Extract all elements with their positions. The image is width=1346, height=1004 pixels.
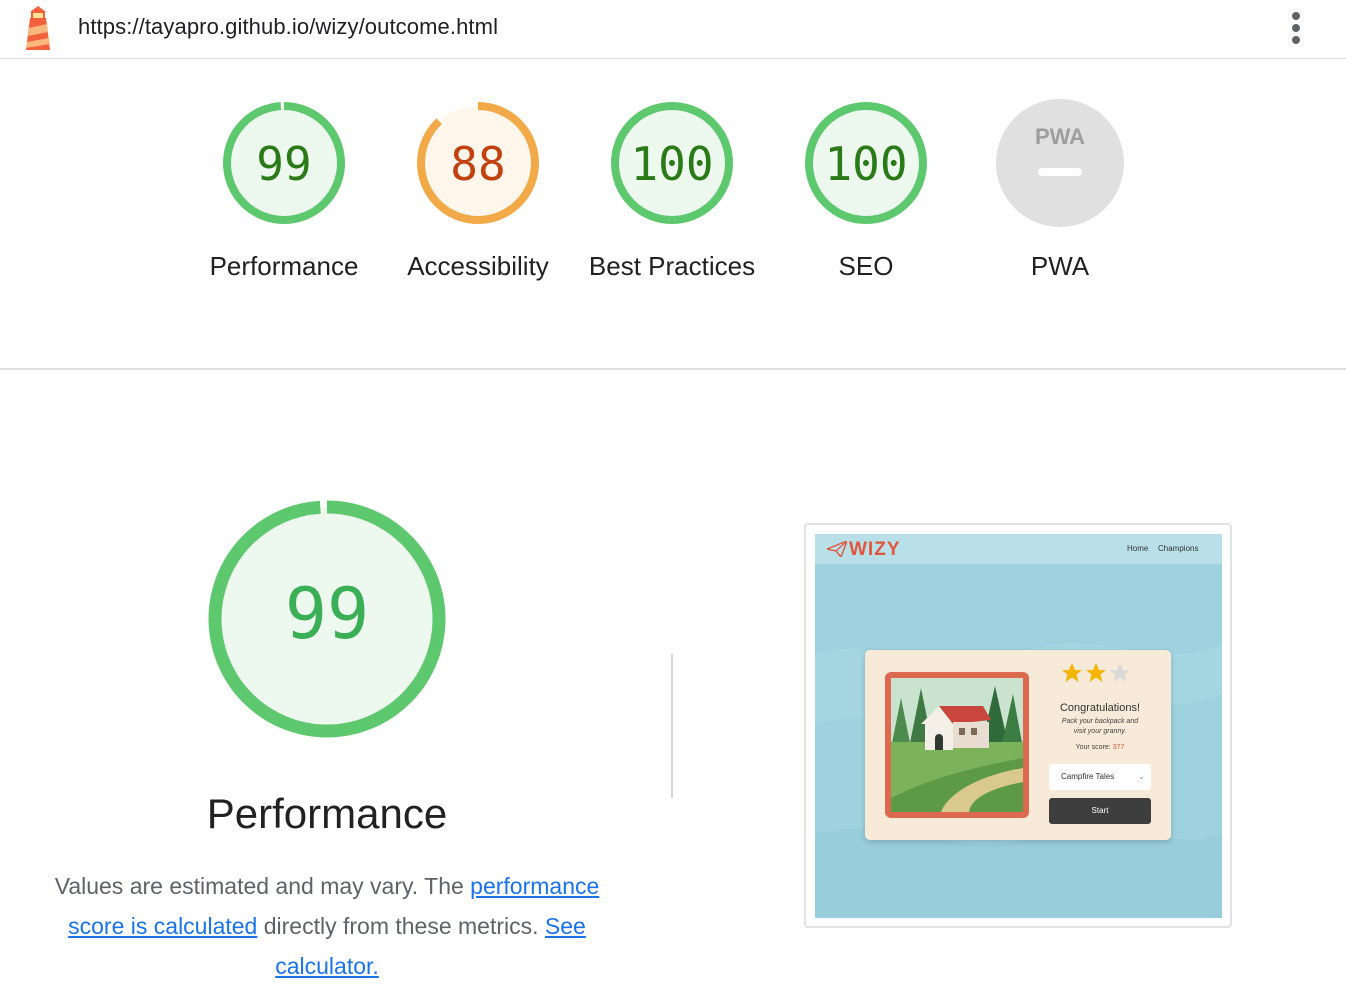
performance-score: 99 xyxy=(256,137,311,191)
performance-label: Performance xyxy=(209,251,359,281)
performance-gauge-ring: 99 xyxy=(223,102,345,224)
gauge-pwa[interactable]: PWA PWA xyxy=(965,98,1155,286)
select-value: Campfire Tales xyxy=(1061,772,1115,781)
best-practices-label: Best Practices xyxy=(588,251,756,281)
seo-score: 100 xyxy=(824,137,907,191)
gauge-performance[interactable]: 99 Performance xyxy=(189,98,379,286)
top-bar: https://tayapro.github.io/wizy/outcome.h… xyxy=(0,0,1346,59)
desc-text-2: directly from these metrics. xyxy=(257,913,545,939)
score-value: 377 xyxy=(1112,744,1125,751)
performance-big-gauge: 99 xyxy=(208,500,446,738)
level-select: Campfire Tales ⌄ xyxy=(1049,764,1151,790)
rating-stars xyxy=(1062,663,1130,682)
lighthouse-logo-icon xyxy=(26,6,50,50)
pwa-badge-icon: PWA xyxy=(996,99,1124,227)
desc-text-1: Values are estimated and may vary. The xyxy=(54,873,471,899)
pwa-label: PWA xyxy=(1030,251,1090,281)
accessibility-label: Accessibility xyxy=(407,251,549,281)
congrats-message: Pack your backpack and visit your granny. xyxy=(1039,717,1161,737)
best-practices-gauge-ring: 100 xyxy=(611,102,733,224)
chevron-down-icon: ⌄ xyxy=(1138,772,1145,781)
star-empty-icon xyxy=(1110,663,1130,682)
gauge-seo[interactable]: 100 SEO xyxy=(771,98,961,286)
performance-big-score: 99 xyxy=(285,573,369,655)
final-screenshot[interactable]: WIZY Home Champions Congratulations! Pac… xyxy=(804,523,1232,928)
gauge-best-practices[interactable]: 100 Best Practices xyxy=(577,98,767,286)
seo-label: SEO xyxy=(838,251,894,281)
performance-description: Values are estimated and may vary. The p… xyxy=(32,866,622,986)
house-illustration xyxy=(891,678,1023,812)
gauge-accessibility[interactable]: 88 Accessibility xyxy=(383,98,573,286)
nav-champions: Champions xyxy=(1158,544,1199,553)
score-line: Your score: 377 xyxy=(1039,744,1161,751)
vertical-divider xyxy=(671,654,673,798)
outcome-card: Congratulations! Pack your backpack and v… xyxy=(865,650,1171,840)
paper-plane-icon xyxy=(827,541,847,557)
accessibility-gauge-ring: 88 xyxy=(417,102,539,224)
wizy-logo: WIZY xyxy=(849,539,901,560)
accessibility-score: 88 xyxy=(450,137,505,191)
performance-title: Performance xyxy=(206,790,448,837)
level-illustration xyxy=(885,672,1029,818)
score-label: Your score: xyxy=(1075,744,1113,751)
screenshot-image: WIZY Home Champions Congratulations! Pac… xyxy=(815,534,1222,918)
start-button: Start xyxy=(1049,798,1151,824)
section-divider xyxy=(0,368,1346,370)
message-line-1: Pack your backpack and xyxy=(1061,718,1139,725)
star-icon xyxy=(1086,663,1106,682)
seo-gauge-ring: 100 xyxy=(805,102,927,224)
nav-home: Home xyxy=(1127,544,1149,553)
message-line-2: visit your granny. xyxy=(1073,728,1127,735)
pwa-badge-text: PWA xyxy=(1035,124,1085,149)
page-url[interactable]: https://tayapro.github.io/wizy/outcome.h… xyxy=(78,14,498,40)
best-practices-score: 100 xyxy=(630,137,713,191)
star-icon xyxy=(1062,663,1082,682)
more-options-icon[interactable] xyxy=(1284,8,1308,48)
congrats-heading: Congratulations! xyxy=(1059,702,1141,714)
